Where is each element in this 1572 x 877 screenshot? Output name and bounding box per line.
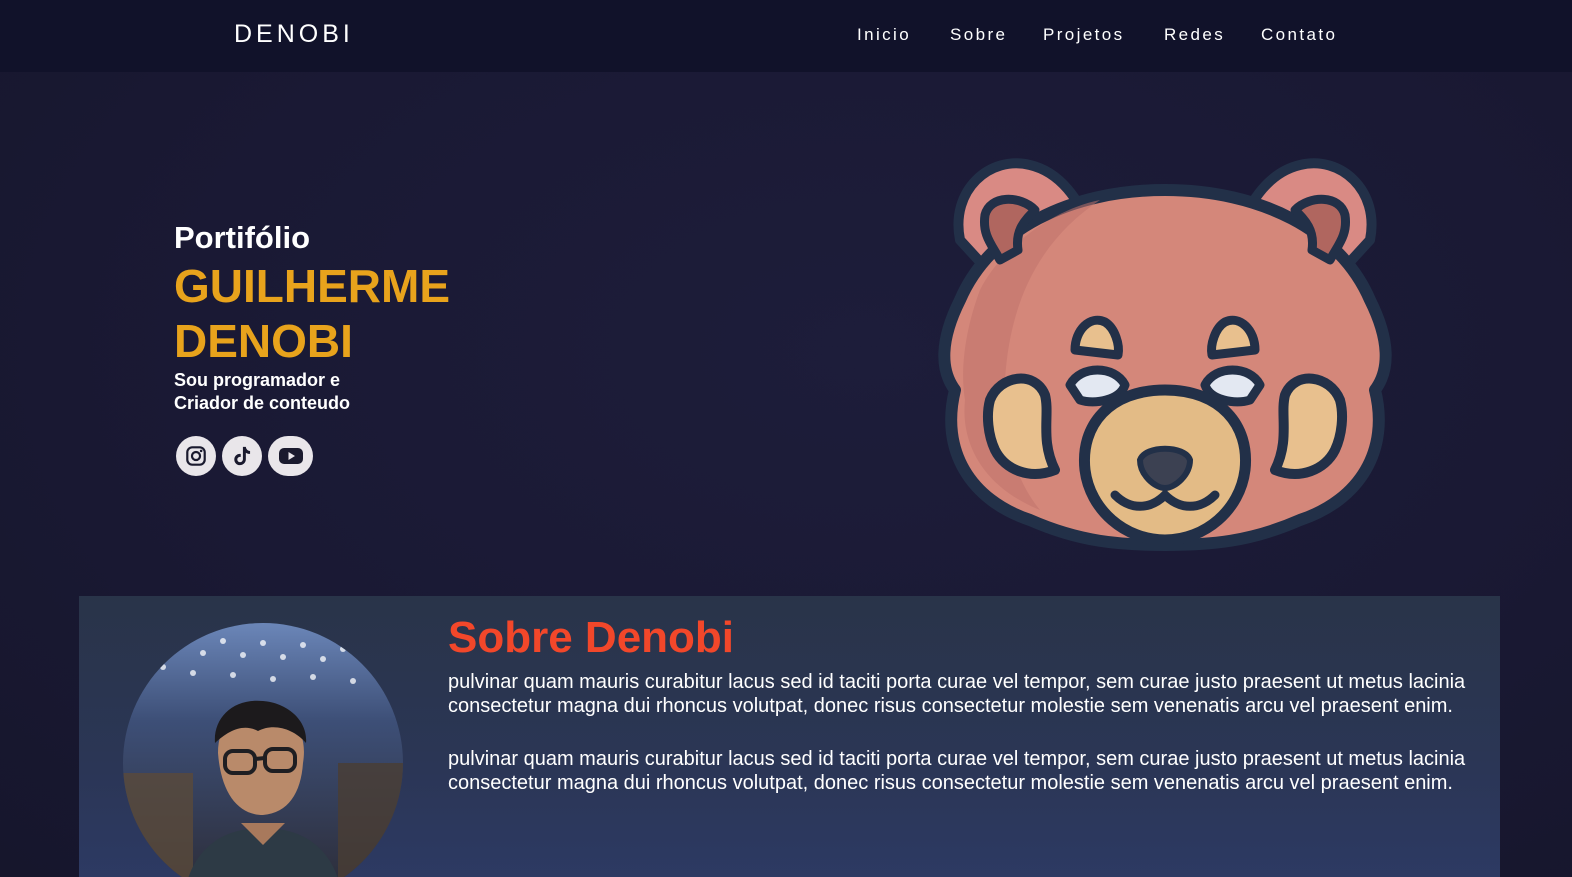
about-title: Sobre Denobi — [448, 613, 735, 662]
about-paragraph-2: pulvinar quam mauris curabitur lacus sed… — [448, 748, 1466, 794]
hero-name: GUILHERME DENOBI — [174, 259, 574, 369]
nav-link-contato[interactable]: Contato — [1261, 25, 1337, 45]
about-paragraph-1: pulvinar quam mauris curabitur lacus sed… — [448, 671, 1466, 717]
instagram-button[interactable] — [176, 436, 216, 476]
profile-photo-image — [123, 623, 403, 877]
nav-link-redes[interactable]: Redes — [1164, 25, 1225, 45]
youtube-button[interactable] — [268, 436, 313, 476]
tiktok-icon — [234, 446, 251, 466]
top-navbar: DENOBI Inicio Sobre Projetos Redes Conta… — [0, 0, 1572, 72]
red-panda-illustration — [938, 158, 1392, 551]
hero-label: Portifólio — [174, 220, 311, 255]
hero-tagline: Sou programador e Criador de conteudo — [174, 370, 351, 413]
red-panda-mascot — [920, 150, 1410, 560]
hero-text-block: Portifólio GUILHERME DENOBI Sou programa… — [174, 220, 574, 415]
profile-photo — [123, 623, 403, 877]
youtube-icon — [278, 448, 303, 464]
hero-name-first: GUILHERME — [174, 260, 450, 312]
nav-link-sobre[interactable]: Sobre — [950, 25, 1007, 45]
about-section: Sobre Denobi pulvinar quam mauris curabi… — [79, 596, 1500, 877]
hero-name-last: DENOBI — [174, 315, 353, 367]
nav-link-projetos[interactable]: Projetos — [1043, 25, 1125, 45]
instagram-icon — [186, 446, 206, 466]
tiktok-button[interactable] — [222, 436, 262, 476]
nav-menu: Inicio Sobre Projetos Redes Contato — [0, 25, 1572, 49]
nav-link-inicio[interactable]: Inicio — [857, 25, 911, 45]
